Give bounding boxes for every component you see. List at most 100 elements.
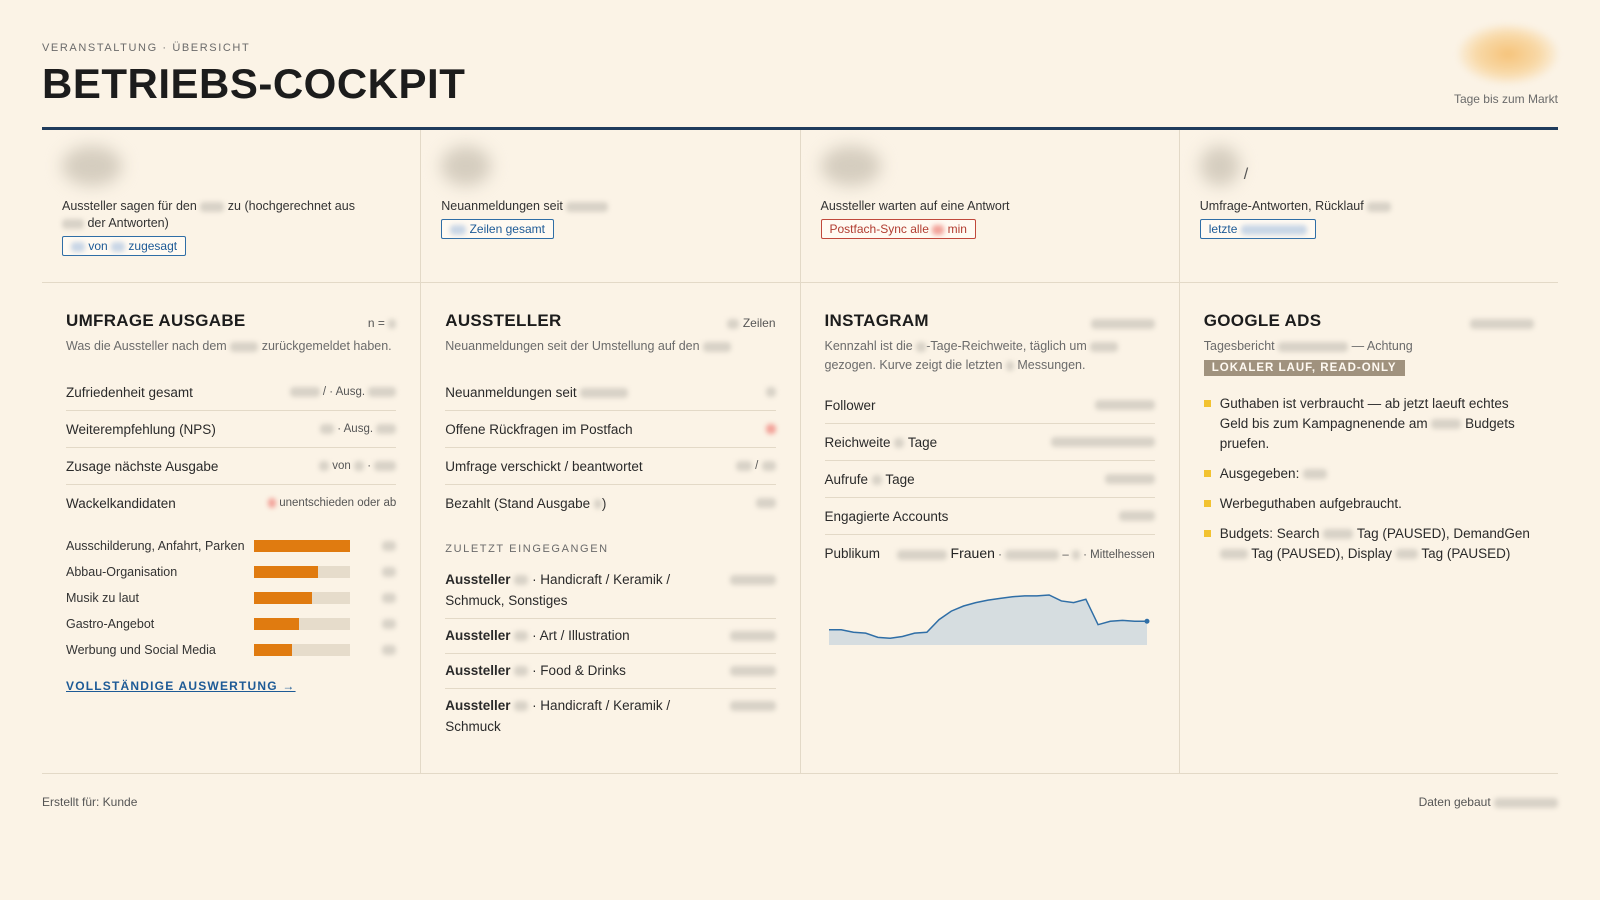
exhibitor-category: · Art / Illustration xyxy=(532,628,630,643)
panel-instagram: INSTAGRAM Kennzahl ist die -Tage-Reichwe… xyxy=(801,283,1180,773)
panel-description: Was die Aussteller nach dem zurückgemeld… xyxy=(66,339,392,353)
footer-data-built: Daten gebaut xyxy=(1419,795,1558,809)
bar-label: Werbung und Social Media xyxy=(66,643,216,657)
recent-section-title: ZULETZT EINGEGANGEN xyxy=(445,543,609,555)
bar-label: Ausschilderung, Anfahrt, Parken xyxy=(66,539,245,553)
bar-fill xyxy=(254,618,300,630)
exhibitor-name: Aussteller xyxy=(445,572,511,587)
kpi-label: Umfrage-Antworten, Rücklauf xyxy=(1200,198,1518,215)
sparkline-chart xyxy=(828,594,1149,645)
kpi-label: Aussteller warten auf eine Antwort xyxy=(820,199,1010,213)
kpi-card-waiting: Aussteller warten auf eine Antwort Postf… xyxy=(801,130,1180,282)
sparkline-last-point xyxy=(1144,618,1149,624)
kpi-value xyxy=(1199,146,1240,186)
ads-note: Werbeguthaben aufgebraucht. xyxy=(1203,494,1534,514)
bar-row: Musik zu laut xyxy=(66,585,397,611)
bar-row: Ausschilderung, Anfahrt, Parken xyxy=(66,533,397,559)
kpi-slash: / xyxy=(1243,166,1249,183)
panel-title: UMFRAGE AUSGABE xyxy=(66,311,246,330)
exhibitor-date xyxy=(729,666,776,676)
exhibitor-metrics: Neuanmeldungen seit Offene Rückfragen im… xyxy=(445,374,776,521)
main-panels: UMFRAGE AUSGABE n = Was die Aussteller n… xyxy=(42,283,1558,774)
bar-track xyxy=(254,540,350,552)
footer-created-for: Erstellt für: Kunde xyxy=(42,795,138,809)
bar-row: Abbau-Organisation xyxy=(66,559,397,585)
exhibitor-date xyxy=(729,575,776,585)
list-item[interactable]: Aussteller · Food & Drinks xyxy=(445,654,776,689)
bar-count xyxy=(382,645,397,655)
list-item[interactable]: Aussteller · Handicraft / Keramik / Schm… xyxy=(445,689,776,744)
list-item[interactable]: Aussteller · Art / Illustration xyxy=(445,619,776,654)
countdown-label: Tage bis zum Markt xyxy=(1453,92,1558,106)
metric-row: Follower xyxy=(824,387,1155,424)
instagram-date xyxy=(1090,316,1155,330)
kpi-card-commitments: Aussteller sagen für den zu (hochgerechn… xyxy=(42,130,422,282)
exhibitor-category: · Food & Drinks xyxy=(532,663,626,678)
bar-label: Musik zu laut xyxy=(66,591,139,605)
kpi-label: Aussteller sagen für den zu (hochgerechn… xyxy=(62,199,355,230)
exhibitor-date xyxy=(729,631,776,641)
survey-metrics: Zufriedenheit gesamt / · Ausg. Weiteremp… xyxy=(66,374,397,521)
bar-count xyxy=(382,567,397,577)
metric-row: Bezahlt (Stand Ausgabe ) xyxy=(445,485,776,521)
metric-row: Aufrufe Tage xyxy=(824,461,1155,498)
metric-row: Wackelkandidaten unentschieden oder ab xyxy=(66,495,397,511)
reach-sparkline xyxy=(825,583,1155,658)
ads-note: Budgets: Search Tag (PAUSED), DemandGen … xyxy=(1203,524,1534,564)
bar-count xyxy=(382,593,397,603)
instagram-metrics: Follower Reichweite Tage Aufrufe Tage En… xyxy=(824,387,1155,571)
panel-google-ads: GOOGLE ADS Tagesbericht — Achtung LOKALE… xyxy=(1180,283,1558,773)
metric-row: Engagierte Accounts xyxy=(824,498,1155,535)
bar-label: Gastro-Angebot xyxy=(66,617,155,631)
panel-survey: UMFRAGE AUSGABE n = Was die Aussteller n… xyxy=(42,283,422,773)
survey-sample-size: n = xyxy=(368,316,397,330)
page-title: BETRIEBS-COCKPIT xyxy=(42,60,466,107)
bar-row: Werbung und Social Media xyxy=(66,637,397,663)
panel-title: AUSSTELLER xyxy=(445,311,562,330)
metric-row: Publikum Frauen · – · Mittelhessen xyxy=(824,545,1155,561)
kpi-row: Aussteller sagen für den zu (hochgerechn… xyxy=(42,130,1558,283)
kpi-card-registrations: Neuanmeldungen seit Zeilen gesamt xyxy=(421,130,801,282)
bar-row: Gastro-Angebot xyxy=(66,611,397,637)
kpi-value xyxy=(62,146,122,186)
kpi-chip-last[interactable]: letzte xyxy=(1199,219,1316,239)
page-eyebrow: VERANSTALTUNG · ÜBERSICHT xyxy=(42,42,251,54)
bar-fill xyxy=(254,644,293,656)
exhibitor-date xyxy=(729,701,776,711)
ads-note: Guthaben ist verbraucht — ab jetzt laeuf… xyxy=(1203,394,1534,454)
ads-notes: Guthaben ist verbraucht — ab jetzt laeuf… xyxy=(1203,394,1534,564)
bar-label: Abbau-Organisation xyxy=(66,565,178,579)
panel-description: Tagesbericht — Achtung xyxy=(1203,339,1413,353)
bar-track xyxy=(254,592,350,604)
exhibitor-name: Aussteller xyxy=(445,663,511,678)
panel-exhibitors: AUSSTELLER Zeilen Neuanmeldungen seit de… xyxy=(421,283,801,773)
countdown-value xyxy=(1458,24,1558,84)
metric-row: Umfrage verschickt / beantwortet / xyxy=(445,448,776,485)
metric-row: Zufriedenheit gesamt / · Ausg. xyxy=(66,374,397,411)
list-item[interactable]: Aussteller · Handicraft / Keramik / Schm… xyxy=(445,563,776,619)
metric-row: Reichweite Tage xyxy=(824,424,1155,461)
full-evaluation-link[interactable]: VOLLSTÄNDIGE AUSWERTUNG → xyxy=(66,679,296,693)
exhibitor-name: Aussteller xyxy=(445,628,511,643)
exhibitor-name: Aussteller xyxy=(445,698,511,713)
bar-fill xyxy=(254,540,350,552)
kpi-chip-rows[interactable]: Zeilen gesamt xyxy=(441,219,554,239)
local-run-badge: LOKALER LAUF, READ-ONLY xyxy=(1203,360,1405,376)
metric-row: Offene Rückfragen im Postfach xyxy=(445,411,776,448)
complaint-bars: Ausschilderung, Anfahrt, Parken Abbau-Org… xyxy=(66,533,397,663)
ads-note: Ausgegeben: xyxy=(1203,464,1534,484)
recent-exhibitors: Aussteller · Handicraft / Keramik / Schm… xyxy=(445,563,776,744)
bar-fill xyxy=(254,566,319,578)
bar-count xyxy=(382,619,397,629)
panel-description: Neuanmeldungen seit der Umstellung auf d… xyxy=(445,337,775,356)
bar-track xyxy=(254,644,350,656)
kpi-chip-commitments[interactable]: von zugesagt xyxy=(62,236,187,256)
panel-description: Kennzahl ist die -Tage-Reichweite, tägli… xyxy=(825,337,1155,375)
kpi-card-survey: / Umfrage-Antworten, Rücklauf letzte xyxy=(1180,130,1558,282)
kpi-label: Neuanmeldungen seit xyxy=(441,198,759,215)
kpi-value xyxy=(441,146,492,186)
kpi-chip-mail-sync[interactable]: Postfach-Sync alle min xyxy=(820,219,976,239)
countdown: Tage bis zum Markt xyxy=(1418,18,1558,108)
ads-date xyxy=(1470,316,1534,330)
bar-track xyxy=(254,566,350,578)
